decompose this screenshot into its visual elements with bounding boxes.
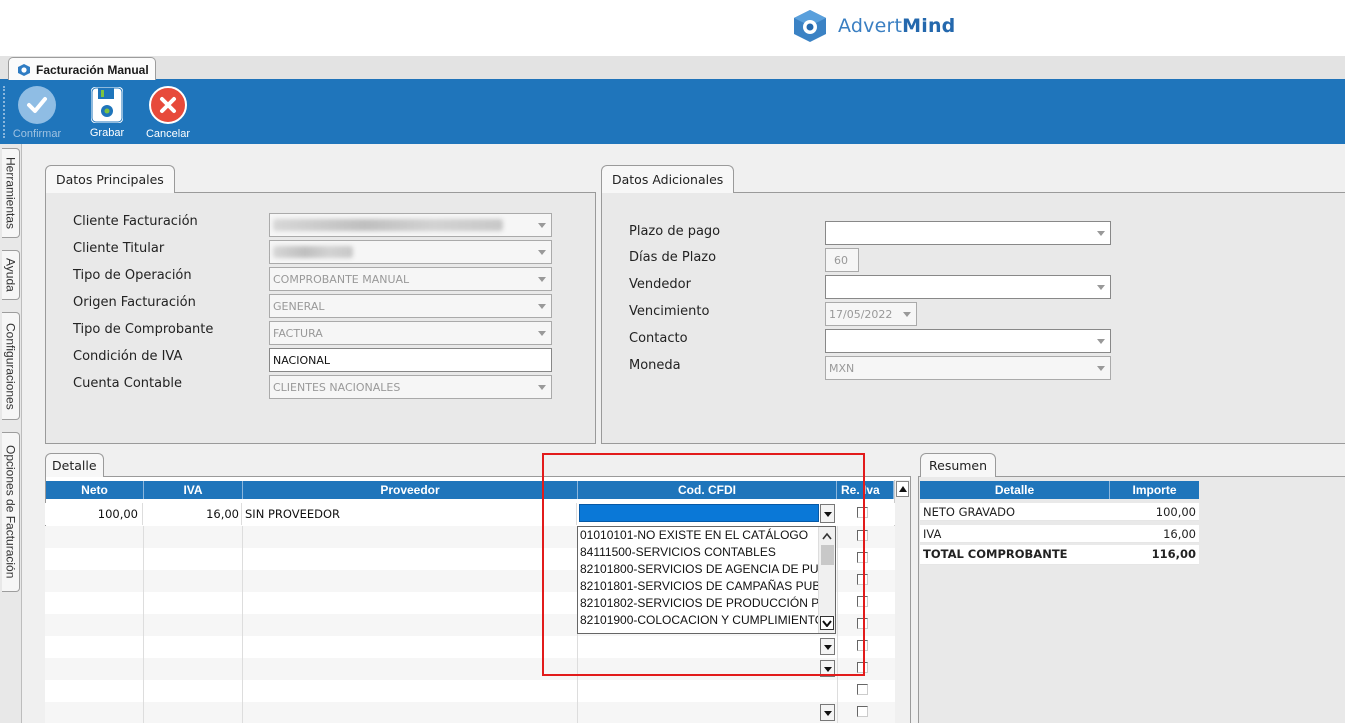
condicion-iva-field[interactable]: NACIONAL [269, 348, 552, 372]
cuenta-contable-label: Cuenta Contable [73, 376, 182, 391]
tab-facturacion-manual[interactable]: Facturación Manual [8, 57, 156, 81]
tab-detalle[interactable]: Detalle [45, 453, 104, 477]
cancel-button[interactable]: Cancelar [143, 86, 193, 140]
column-header-proveedor[interactable]: Proveedor [243, 481, 578, 499]
plazo-pago-label: Plazo de pago [629, 224, 721, 239]
resumen-row[interactable]: IVA 16,00 [920, 525, 1199, 543]
toolbar-grip[interactable] [3, 86, 6, 138]
side-tab-ayuda[interactable]: Ayuda [2, 250, 20, 300]
redacted-value [273, 246, 353, 258]
moneda-select[interactable]: MXN [825, 356, 1111, 380]
vencimiento-label: Vencimiento [629, 304, 710, 319]
contacto-select[interactable] [825, 329, 1111, 353]
condicion-iva-label: Condición de IVA [73, 349, 183, 364]
confirm-button[interactable]: Confirmar [12, 86, 62, 140]
row-iva[interactable]: 16,00 [143, 503, 242, 525]
resumen-row[interactable]: NETO GRAVADO 100,00 [920, 503, 1199, 521]
check-icon [18, 86, 56, 124]
advertmind-logo-icon [794, 10, 826, 42]
column-header-iva[interactable]: IVA [144, 481, 243, 499]
vencimiento-date-picker[interactable]: 17/05/2022 [825, 302, 917, 326]
tab-datos-adicionales[interactable]: Datos Adicionales [601, 165, 735, 193]
advertmind-logo: AdvertMind [790, 8, 955, 44]
column-header-neto[interactable]: Neto [46, 481, 144, 499]
logo-text: AdvertMind [838, 15, 956, 37]
table-row[interactable] [45, 702, 895, 723]
scroll-up-icon[interactable] [896, 481, 909, 497]
column-divider [242, 526, 243, 723]
origen-facturacion-label: Origen Facturación [73, 295, 196, 310]
contacto-label: Contacto [629, 331, 688, 346]
tipo-operacion-label: Tipo de Operación [73, 268, 192, 283]
resumen-total-row[interactable]: TOTAL COMPROBANTE 116,00 [920, 545, 1199, 565]
vendedor-label: Vendedor [629, 277, 691, 292]
vendedor-select[interactable] [825, 275, 1111, 299]
cliente-titular-select[interactable] [269, 240, 552, 264]
re-iva-checkbox[interactable] [857, 706, 868, 717]
column-divider [143, 526, 144, 723]
toolbar: Confirmar Grabar Cancelar [0, 80, 1345, 144]
cliente-facturacion-select[interactable] [269, 213, 552, 237]
side-tab-configuraciones[interactable]: Configuraciones [2, 312, 20, 420]
document-tab-strip [0, 56, 1345, 80]
origen-facturacion-select[interactable]: GENERAL [269, 294, 552, 318]
side-tab-opciones-facturacion[interactable]: Opciones de Facturación [2, 432, 20, 592]
tab-title: Facturación Manual [36, 62, 149, 77]
app-icon [18, 63, 30, 76]
cliente-titular-label: Cliente Titular [73, 241, 165, 256]
table-row[interactable] [45, 680, 895, 702]
row-proveedor[interactable]: SIN PROVEEDOR [242, 503, 577, 525]
tab-resumen[interactable]: Resumen [920, 453, 997, 477]
redacted-value [273, 219, 503, 231]
tipo-comprobante-label: Tipo de Comprobante [73, 322, 214, 337]
tipo-comprobante-select[interactable]: FACTURA [269, 321, 552, 345]
dias-plazo-field[interactable]: 60 [825, 248, 859, 272]
side-tab-herramientas[interactable]: Herramientas [2, 148, 20, 238]
side-tab-bar: Herramientas Ayuda Configuraciones Opcio… [0, 144, 22, 723]
column-header-importe[interactable]: Importe [1110, 481, 1199, 499]
cliente-facturacion-label: Cliente Facturación [73, 214, 198, 229]
column-header-detalle[interactable]: Detalle [920, 481, 1110, 499]
save-button[interactable]: Grabar [82, 86, 132, 139]
row-neto[interactable]: 100,00 [45, 503, 143, 525]
cuenta-contable-select[interactable]: CLIENTES NACIONALES [269, 375, 552, 399]
highlight-box [542, 453, 865, 676]
tipo-operacion-select[interactable]: COMPROBANTE MANUAL [269, 267, 552, 291]
detalle-vertical-scrollbar[interactable] [894, 480, 910, 723]
tab-datos-principales[interactable]: Datos Principales [45, 165, 175, 193]
dias-plazo-label: Días de Plazo [629, 250, 717, 265]
chevron-down-icon[interactable] [820, 704, 835, 721]
re-iva-checkbox[interactable] [857, 684, 868, 695]
plazo-pago-select[interactable] [825, 221, 1111, 245]
cancel-icon [149, 86, 187, 124]
moneda-label: Moneda [629, 358, 681, 373]
floppy-disk-icon [91, 87, 123, 123]
